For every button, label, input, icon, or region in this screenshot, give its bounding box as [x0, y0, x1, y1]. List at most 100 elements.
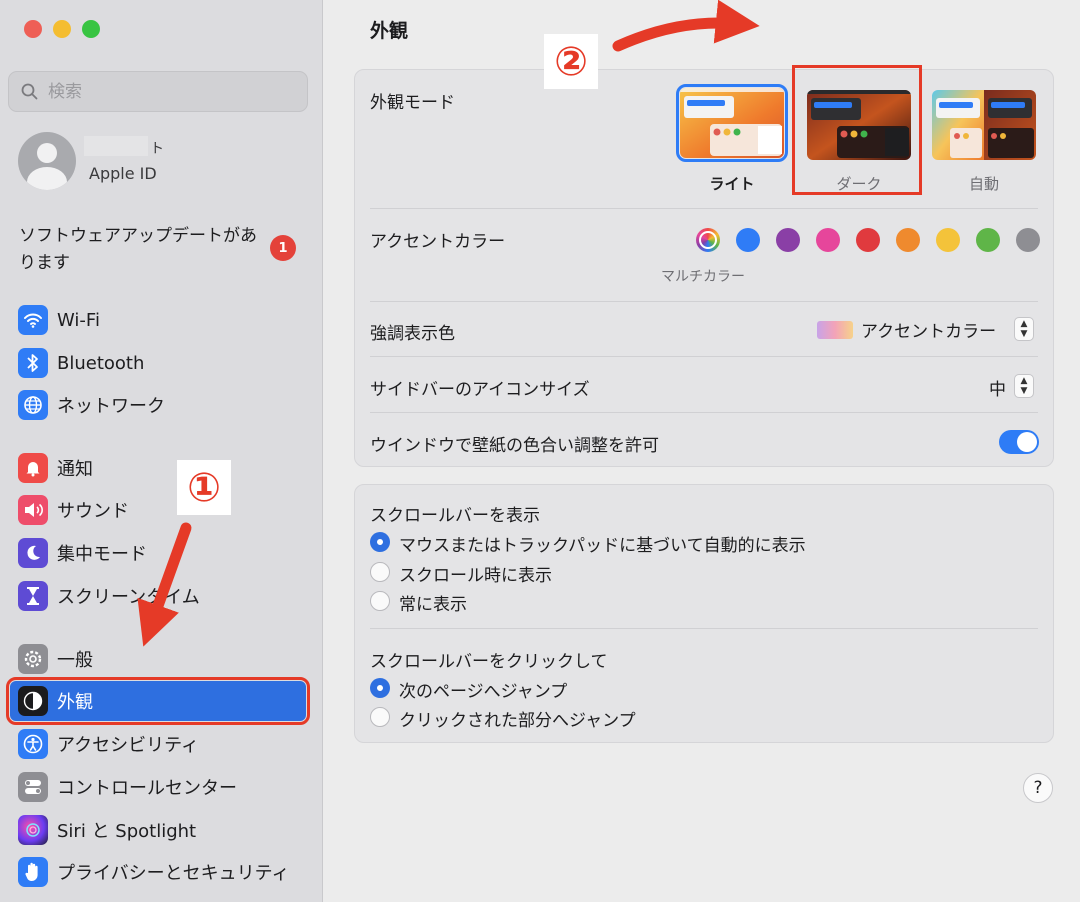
sidebar-item-label: 外観: [57, 692, 93, 713]
sidebar-item-appearance[interactable]: 外観: [6, 677, 310, 725]
help-button[interactable]: ?: [1023, 773, 1053, 803]
divider: [370, 356, 1038, 357]
step-1-label: ①: [187, 464, 221, 511]
scroll-click-label: スクロールバーをクリックして: [370, 652, 608, 672]
account-name-redacted: [84, 136, 148, 156]
wifi-icon: [18, 305, 48, 335]
accent-swatch-pink[interactable]: [816, 228, 840, 252]
page-title: 外観: [370, 20, 409, 42]
accent-swatch-yellow[interactable]: [936, 228, 960, 252]
sidebar-item-control-center[interactable]: コントロールセンター: [10, 767, 306, 807]
sidebar-item-label: コントロールセンター: [57, 778, 237, 799]
siri-icon: [18, 815, 48, 845]
sidebar-item-label: アクセシビリティ: [57, 735, 200, 756]
sidebar-item-notifications[interactable]: 通知: [10, 448, 306, 488]
accent-swatch-multicolor[interactable]: [696, 228, 720, 252]
sidebar-icon-size-value: 中: [989, 380, 1006, 400]
appearance-mode-label: 外観モード: [370, 93, 455, 113]
sidebar-item-focus[interactable]: 集中モード: [10, 533, 306, 573]
appearance-option-label: 自動: [968, 175, 999, 193]
radio-scrollbar-auto[interactable]: [370, 532, 390, 552]
sidebar-item-screen-time[interactable]: スクリーンタイム: [10, 576, 306, 616]
highlight-color-value: アクセントカラー: [861, 322, 997, 342]
minimize-button[interactable]: [53, 20, 71, 38]
accent-swatch-orange[interactable]: [896, 228, 920, 252]
radio-label: クリックされた部分へジャンプ: [399, 711, 636, 731]
appearance-panel: 外観モード ライト ダーク 自動 アクセントカラー マルチカラー 強調表示色 ア…: [354, 65, 1054, 467]
hourglass-icon: [18, 581, 48, 611]
sidebar-item-label: Wi-Fi: [57, 309, 100, 331]
redaction-mark: ト: [150, 141, 164, 157]
show-scrollbars-label: スクロールバーを表示: [370, 506, 540, 526]
sidebar-item-label: Bluetooth: [57, 352, 145, 374]
step-2-label: ②: [554, 38, 588, 85]
accent-swatch-purple[interactable]: [776, 228, 800, 252]
bell-icon: [18, 453, 48, 483]
sidebar-item-bluetooth[interactable]: Bluetooth: [10, 343, 306, 383]
globe-icon: [18, 390, 48, 420]
highlight-color-label: 強調表示色: [370, 324, 455, 344]
software-update-text: ソフトウェアアップデートがあります: [19, 226, 257, 273]
avatar: [18, 132, 76, 190]
radio-label: 常に表示: [399, 595, 467, 615]
step-2-marker: ②: [544, 34, 598, 89]
radio-label: スクロール時に表示: [399, 566, 552, 586]
radio-scrollbar-always[interactable]: [370, 591, 390, 611]
sidebar-icon-size-label: サイドバーのアイコンサイズ: [370, 380, 590, 400]
apple-id-account[interactable]: ト Apple ID: [18, 132, 308, 192]
divider: [370, 208, 1038, 209]
light-mode-thumbnail[interactable]: [676, 84, 788, 162]
sidebar-item-label: スクリーンタイム: [57, 587, 200, 608]
appearance-option-label: ライト: [709, 175, 755, 193]
toggles-icon: [18, 772, 48, 802]
update-badge: 1: [270, 235, 296, 261]
step-1-marker: ①: [177, 460, 231, 515]
search-input[interactable]: [46, 80, 290, 103]
popup-arrows-icon: ▲ ▼: [1014, 317, 1034, 341]
moon-icon: [18, 538, 48, 568]
speaker-icon: [18, 495, 48, 525]
hand-icon: [18, 857, 48, 887]
zoom-button[interactable]: [82, 20, 100, 38]
bluetooth-icon: [18, 348, 48, 378]
wallpaper-tint-toggle[interactable]: [999, 430, 1039, 454]
radio-jump-next-page[interactable]: [370, 678, 390, 698]
sidebar-item-label: 集中モード: [57, 544, 147, 565]
sidebar-item-privacy-security[interactable]: プライバシーとセキュリティ: [10, 852, 306, 892]
accent-swatch-graphite[interactable]: [1016, 228, 1040, 252]
accent-swatch-green[interactable]: [976, 228, 1000, 252]
scrollbar-panel: スクロールバーを表示 マウスまたはトラックパッドに基づいて自動的に表示 スクロー…: [354, 484, 1054, 743]
sidebar-item-label: ネットワーク: [57, 396, 165, 417]
sidebar-item-general[interactable]: 一般: [10, 639, 306, 679]
window-controls: [24, 20, 100, 38]
divider: [370, 301, 1038, 302]
sidebar-item-network[interactable]: ネットワーク: [10, 385, 306, 425]
accent-swatch-red[interactable]: [856, 228, 880, 252]
sidebar-item-siri-spotlight[interactable]: Siri と Spotlight: [10, 810, 306, 850]
radio-scrollbar-when-scrolling[interactable]: [370, 562, 390, 582]
accent-swatch-blue[interactable]: [736, 228, 760, 252]
highlight-color-preview: [817, 321, 853, 339]
radio-jump-clicked-spot[interactable]: [370, 707, 390, 727]
gear-icon: [18, 644, 48, 674]
auto-mode-thumbnail[interactable]: [932, 90, 1036, 160]
appearance-icon: [18, 686, 48, 716]
popup-arrows-icon: ▲ ▼: [1014, 374, 1034, 398]
search-field[interactable]: [8, 71, 308, 112]
radio-label: マウスまたはトラックパッドに基づいて自動的に表示: [399, 536, 806, 556]
search-icon: [21, 83, 38, 100]
sidebar-item-label: 通知: [57, 459, 93, 480]
sidebar-item-sound[interactable]: サウンド: [10, 490, 306, 530]
sidebar-item-wifi[interactable]: Wi-Fi: [10, 300, 306, 340]
sidebar-item-label: プライバシーとセキュリティ: [57, 863, 290, 884]
close-button[interactable]: [24, 20, 42, 38]
software-update-notice[interactable]: ソフトウェアアップデートがあります 1: [19, 223, 309, 277]
sidebar-item-accessibility[interactable]: アクセシビリティ: [10, 724, 306, 764]
accent-color-label: アクセントカラー: [370, 232, 506, 252]
accent-selected-caption: マルチカラー: [661, 269, 745, 285]
divider: [370, 412, 1038, 413]
wallpaper-tint-label: ウインドウで壁紙の色合い調整を許可: [370, 436, 659, 456]
sidebar-item-label: 一般: [57, 650, 93, 671]
accessibility-icon: [18, 729, 48, 759]
divider: [370, 628, 1038, 629]
